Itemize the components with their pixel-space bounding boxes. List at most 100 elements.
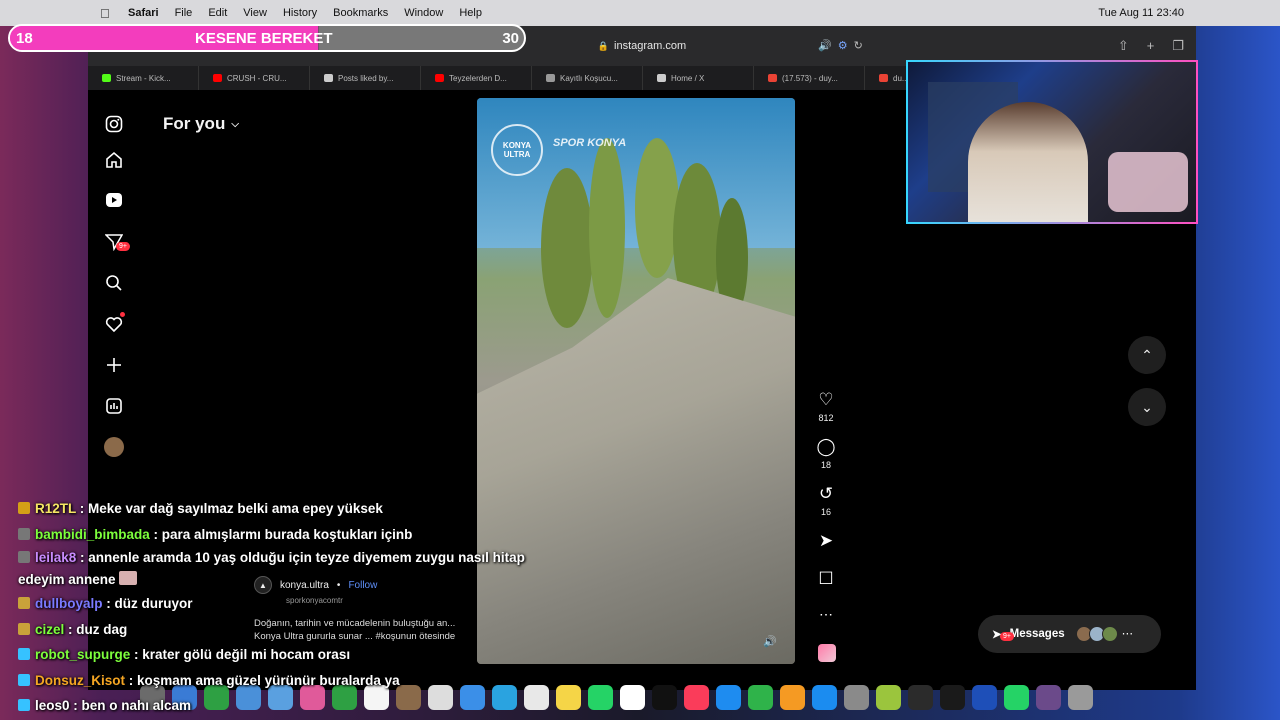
freeform-icon[interactable] [620, 684, 645, 710]
menu-file[interactable]: File [175, 7, 193, 19]
tab-youtube-crush[interactable]: CRUSH - CRU... [199, 66, 310, 90]
tab-label: Posts liked by... [338, 73, 394, 83]
keynote-icon[interactable] [716, 684, 741, 710]
music-icon[interactable] [684, 684, 709, 710]
audio-thumbnail[interactable] [818, 644, 836, 662]
create-icon[interactable] [104, 355, 124, 375]
spor-konya-logo: SPOR KONYA [553, 137, 627, 149]
emote-icon [119, 571, 138, 585]
share-icon[interactable]: ⇧ [1118, 38, 1129, 54]
tab-x-posts-liked[interactable]: Posts liked by... [310, 66, 421, 90]
menu-bookmarks[interactable]: Bookmarks [333, 7, 388, 19]
next-reel-button[interactable]: ⌄ [1128, 388, 1166, 426]
chat-text: koşmam ama güzel yürünür buralarda ya [137, 672, 400, 688]
chat-text: annenle aramda 10 yaş olduğu için teyze … [18, 550, 525, 587]
previous-reel-button[interactable]: ⌃ [1128, 336, 1166, 374]
url-text[interactable]: instagram.com [614, 40, 686, 52]
ellipsis-icon: ⋯ [1121, 628, 1134, 640]
send-icon: ➤ [818, 531, 834, 550]
badge-icon [18, 527, 30, 540]
trash-icon[interactable] [1068, 684, 1093, 710]
badge-icon [18, 673, 30, 686]
menu-view[interactable]: View [243, 7, 267, 19]
message-avatars: ⋯ [1075, 626, 1134, 642]
ellipsis-icon: ⋯ [819, 606, 833, 622]
tab-x-home[interactable]: Home / X [643, 66, 754, 90]
more-options-button[interactable]: ⋯ [810, 606, 842, 623]
comment-button[interactable]: ◯ 18 [810, 437, 842, 470]
apple-tv-icon[interactable] [652, 684, 677, 710]
chat-message: leilak8 : annenle aramda 10 yaş olduğu i… [18, 550, 525, 587]
epic-games-icon[interactable] [940, 684, 965, 710]
app-store-icon[interactable] [812, 684, 837, 710]
repost-button[interactable]: ↺ 16 [810, 484, 842, 517]
chat-username: leilak8 [35, 550, 77, 565]
chevron-up-icon: ⌃ [1141, 346, 1153, 363]
save-button[interactable]: ☐ [810, 569, 842, 589]
pages-icon[interactable] [780, 684, 805, 710]
whatsapp-icon[interactable] [1004, 684, 1029, 710]
bookmark-icon: ☐ [818, 569, 834, 588]
direct-messages-icon[interactable]: 9+ [104, 232, 130, 252]
menubar-clock[interactable]: Tue Aug 11 23:40 [1098, 7, 1184, 19]
notifications-heart-icon[interactable] [104, 312, 125, 334]
translate-icon[interactable]: ⚙ [838, 39, 848, 52]
tab-kick[interactable]: Stream - Kick... [88, 66, 199, 90]
menu-window[interactable]: Window [404, 7, 443, 19]
obs-icon[interactable] [908, 684, 933, 710]
search-icon[interactable] [104, 273, 124, 293]
menu-help[interactable]: Help [459, 7, 482, 19]
repost-icon: ↺ [818, 484, 834, 503]
chat-username: R12TL [35, 501, 77, 516]
tab-kayitli-kosucu[interactable]: Kayıtlı Koşucu... [532, 66, 643, 90]
toolbar-right: ⇧ + ❐ [1118, 38, 1184, 54]
chat-text: Meke var dağ sayılmaz belki ama epey yük… [88, 501, 383, 516]
mute-icon[interactable]: 🔊 [763, 635, 777, 648]
preview-icon[interactable] [1036, 684, 1061, 710]
numbers-icon[interactable] [748, 684, 773, 710]
chat-username: cizel [35, 621, 65, 637]
reload-icon[interactable]: ↻ [854, 39, 863, 52]
share-button[interactable]: ➤ [810, 531, 842, 551]
tab-overview-icon[interactable]: ❐ [1172, 38, 1184, 54]
audio-icon[interactable]: 🔊 [818, 39, 832, 52]
menu-app-safari[interactable]: Safari [128, 7, 159, 19]
menu-edit[interactable]: Edit [208, 7, 227, 19]
wd-icon[interactable] [972, 684, 997, 710]
chat-text: para almışlarmı burada koştukları içinb [161, 526, 413, 542]
tab-gmail[interactable]: (17.573) - duy... [754, 66, 865, 90]
instagram-logo-icon[interactable] [104, 114, 124, 134]
system-settings-icon[interactable] [844, 684, 869, 710]
goal-title: KESENE BEREKET [195, 30, 333, 47]
kick-icon [102, 74, 111, 82]
game-app-icon[interactable] [876, 684, 901, 710]
chat-username: bambidi_bimbada [35, 526, 150, 542]
chat-message: bambidi_bimbada : para almışlarmı burada… [18, 522, 538, 548]
tab-youtube-teyzelerden[interactable]: Teyzelerden D... [421, 66, 532, 90]
new-tab-icon[interactable]: + [1147, 38, 1155, 54]
comment-icon: ◯ [816, 437, 836, 456]
reels-icon[interactable] [104, 190, 124, 210]
goal-target: 30 [502, 30, 519, 47]
notes-icon[interactable] [556, 684, 581, 710]
apple-menu-icon[interactable]:  [100, 6, 114, 21]
profile-avatar[interactable] [104, 437, 124, 457]
x-icon [657, 74, 666, 82]
k-icon [546, 74, 555, 82]
whatsapp-icon[interactable] [588, 684, 613, 710]
like-button[interactable]: ♡ 812 [810, 390, 842, 423]
like-count: 812 [818, 413, 834, 423]
home-icon[interactable] [104, 150, 124, 170]
feed-selector[interactable]: For you ⌵ [163, 114, 239, 134]
goal-current: 18 [16, 30, 33, 47]
stream-chat: R12TL : Meke var dağ sayılmaz belki ama … [18, 496, 538, 719]
dashboard-icon[interactable] [104, 396, 124, 416]
gmail-icon [879, 74, 888, 82]
comment-count: 18 [820, 460, 831, 470]
badge-icon [18, 502, 30, 514]
messages-button[interactable]: ➤ 9+ Messages ⋯ [978, 615, 1161, 653]
goal-progress-remaining [318, 26, 524, 50]
notification-dot [120, 312, 125, 317]
tab-label: Home / X [671, 73, 705, 83]
menu-history[interactable]: History [283, 7, 317, 19]
